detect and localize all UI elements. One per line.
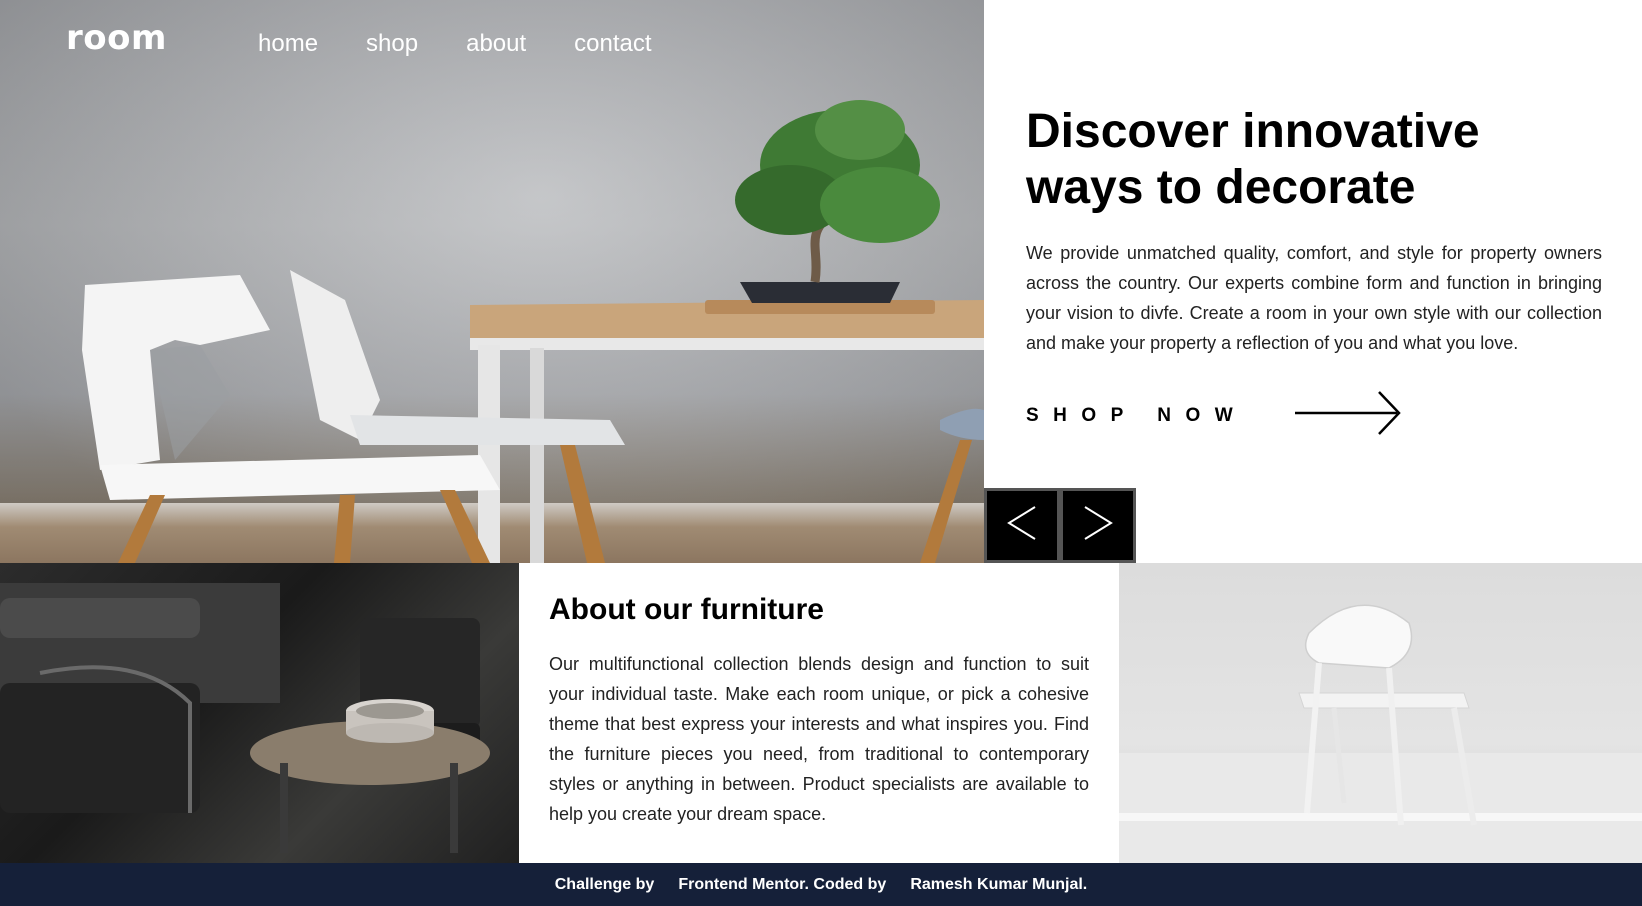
hero-image xyxy=(0,0,984,563)
nav-item-shop[interactable]: shop xyxy=(366,30,418,58)
nav-item-contact[interactable]: contact xyxy=(574,30,651,58)
main-nav: home shop about contact xyxy=(258,30,652,58)
shop-now-button[interactable]: SHOP NOW xyxy=(1026,390,1401,441)
hero-title: Discover innovative ways to decorate xyxy=(1026,104,1602,216)
footer-challenge-text: Challenge by xyxy=(554,875,655,893)
chevron-left-icon xyxy=(1007,506,1037,545)
chevron-right-icon xyxy=(1083,506,1113,545)
about-dark-image xyxy=(0,563,519,863)
about-section: About our furniture Our multifunctional … xyxy=(519,563,1119,863)
arrow-right-icon xyxy=(1295,390,1401,441)
slider-controls xyxy=(984,488,1136,563)
footer-author-link[interactable]: Ramesh Kumar Munjal. xyxy=(910,876,1087,894)
nav-item-home[interactable]: home xyxy=(258,30,318,58)
hero-title-line-1: Discover innovative xyxy=(1026,105,1480,158)
hero-furniture-illustration xyxy=(82,100,984,563)
shop-now-label: SHOP NOW xyxy=(1026,404,1248,426)
about-title: About our furniture xyxy=(549,593,824,626)
slider-prev-button[interactable] xyxy=(984,488,1060,563)
nav-item-about[interactable]: about xyxy=(466,30,526,58)
footer-frontend-mentor-link[interactable]: Frontend Mentor. Coded by xyxy=(678,876,886,894)
about-light-image xyxy=(1119,563,1642,863)
slider-next-button[interactable] xyxy=(1060,488,1136,563)
hero-text: Discover innovative ways to decorate We … xyxy=(1026,104,1602,358)
about-description: Our multifunctional collection blends de… xyxy=(549,654,1089,824)
footer: Challenge by Frontend Mentor. Coded by R… xyxy=(0,863,1642,906)
hero-title-line-2: ways to decorate xyxy=(1026,161,1416,214)
hero-description: We provide unmatched quality, comfort, a… xyxy=(1026,243,1602,353)
logo[interactable]: room xyxy=(66,18,167,58)
